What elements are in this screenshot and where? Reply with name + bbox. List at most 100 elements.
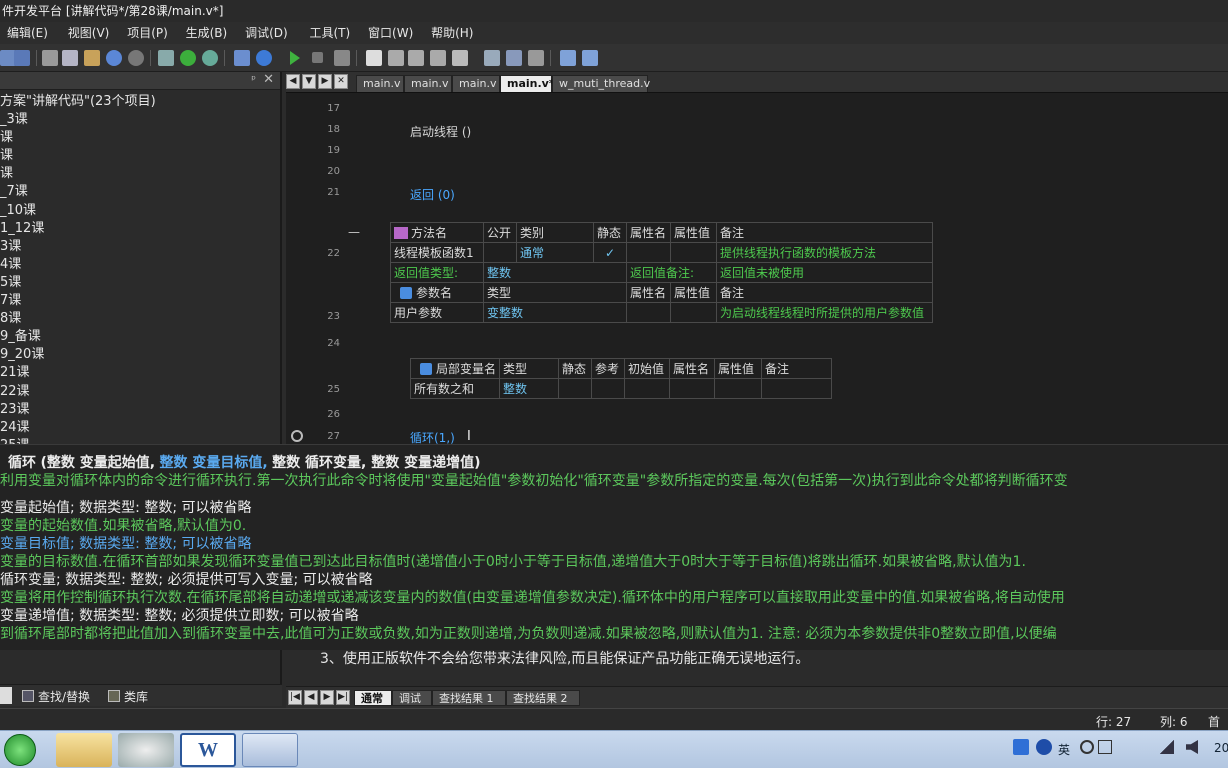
tree-item-project[interactable]: 3课: [0, 238, 280, 256]
paste-icon[interactable]: [84, 50, 100, 66]
ide-taskbar-icon[interactable]: [242, 733, 298, 767]
last-tab-icon[interactable]: ▶|: [336, 690, 350, 705]
settings-tray-icon[interactable]: [1080, 740, 1094, 754]
next-tab-icon[interactable]: ▶: [320, 690, 334, 705]
static-check-icon[interactable]: ✓: [593, 242, 627, 263]
menu-debug[interactable]: 调试(D): [238, 22, 295, 44]
menu-window[interactable]: 窗口(W): [361, 22, 420, 44]
code-line-start-thread[interactable]: 启动线程 (): [410, 123, 471, 140]
close-icon[interactable]: ✕: [263, 72, 274, 87]
tab-library[interactable]: 类库: [124, 688, 148, 705]
return-row[interactable]: 返回值类型: 整数 返回值备注: 返回值未被使用: [390, 262, 933, 283]
document-tab[interactable]: main.v: [356, 75, 404, 92]
tree-item-project[interactable]: 24课: [0, 419, 280, 437]
tree-item-project[interactable]: _7课: [0, 183, 280, 201]
tree-item-project[interactable]: _3课: [0, 111, 280, 129]
copy-icon[interactable]: [62, 50, 78, 66]
save-all-icon[interactable]: [14, 50, 30, 66]
tree-item-project[interactable]: 9_20课: [0, 346, 280, 364]
pin-icon[interactable]: ᵖ: [251, 73, 256, 86]
output-tab[interactable]: 查找结果 2: [506, 690, 580, 706]
method-table[interactable]: 方法名 公开 类别 静态 属性名 属性值 备注 线程模板函数1 通常 ✓ 提供线…: [390, 222, 933, 323]
breakpoint-icon[interactable]: [506, 50, 522, 66]
menu-help[interactable]: 帮助(H): [424, 22, 480, 44]
prev-tab-icon[interactable]: ◀: [304, 690, 318, 705]
ime-indicator[interactable]: 英: [1058, 741, 1070, 758]
tab-list-icon[interactable]: ▶: [318, 74, 332, 89]
menu-edit[interactable]: 编辑(E): [0, 22, 55, 44]
find-replace-icon: [22, 690, 34, 702]
tree-item-project[interactable]: _10课: [0, 202, 280, 220]
tab-find-replace[interactable]: 查找/替换: [38, 688, 90, 705]
hand-icon[interactable]: [366, 50, 382, 66]
method-row[interactable]: 线程模板函数1 通常 ✓ 提供线程执行函数的模板方法: [390, 242, 933, 263]
first-tab-icon[interactable]: |◀: [288, 690, 302, 705]
tab-scroll-left-icon[interactable]: ◀: [286, 74, 300, 89]
solution-tree[interactable]: 方案"讲解代码"(23个项目) _3课课课课 _7课 _10课 1_12课 3课 4课 5课 7…: [0, 90, 280, 455]
code-line-loop[interactable]: 循环(1,): [410, 429, 455, 444]
tree-item-project[interactable]: 课: [0, 129, 280, 147]
clock[interactable]: 20: [1214, 741, 1228, 755]
media-taskbar-icon[interactable]: [118, 733, 174, 767]
step-into-icon[interactable]: [388, 50, 404, 66]
tree-item-project[interactable]: 课: [0, 147, 280, 165]
param-row[interactable]: 用户参数 变整数 为启动线程线程时所提供的用户参数值: [390, 302, 933, 323]
undo-icon[interactable]: [106, 50, 122, 66]
volume-tray-icon[interactable]: [1186, 740, 1198, 754]
tree-item-project[interactable]: 9_备课: [0, 328, 280, 346]
watch-icon[interactable]: [484, 50, 500, 66]
network-tray-icon[interactable]: [1160, 740, 1174, 754]
menu-view[interactable]: 视图(V): [61, 22, 117, 44]
tab-solution-icon[interactable]: [0, 687, 12, 704]
solution-root[interactable]: 方案"讲解代码"(23个项目): [0, 93, 280, 111]
code-line-return[interactable]: 返回 (0): [410, 186, 455, 203]
collapse-marker[interactable]: —: [348, 225, 360, 239]
tree-item-project[interactable]: 4课: [0, 256, 280, 274]
cut-icon[interactable]: [42, 50, 58, 66]
window-icon[interactable]: [560, 50, 576, 66]
tools-icon[interactable]: [528, 50, 544, 66]
forward-icon[interactable]: [202, 50, 218, 66]
tree-item-project[interactable]: 23课: [0, 401, 280, 419]
output-tab[interactable]: 查找结果 1: [432, 690, 506, 706]
run-icon[interactable]: [290, 51, 300, 65]
find-icon[interactable]: [158, 50, 174, 66]
help-icon[interactable]: [256, 50, 272, 66]
baidu-tray-icon[interactable]: [1013, 739, 1029, 755]
word-taskbar-icon[interactable]: W: [180, 733, 236, 767]
document-tab[interactable]: main.v: [452, 75, 500, 92]
start-button-icon[interactable]: [4, 734, 36, 766]
menu-project[interactable]: 项目(P): [120, 22, 175, 44]
code-editor[interactable]: 17 18 启动线程 () 19 20 21 返回 (0) — 22 23 24…: [286, 92, 1228, 444]
tree-item-project[interactable]: 1_12课: [0, 220, 280, 238]
tree-item-project[interactable]: 22课: [0, 383, 280, 401]
clear-icon[interactable]: [452, 50, 468, 66]
help-tray-icon[interactable]: [1036, 739, 1052, 755]
redo-icon[interactable]: [128, 50, 144, 66]
stop-icon[interactable]: [312, 52, 323, 63]
tab-scroll-right-icon[interactable]: ▼: [302, 74, 316, 89]
document-tab[interactable]: main.v: [404, 75, 452, 92]
library-icon[interactable]: [234, 50, 250, 66]
tab-close-icon[interactable]: ✕: [334, 74, 348, 89]
document-tab[interactable]: main.v*: [500, 75, 555, 92]
tree-item-project[interactable]: 8课: [0, 310, 280, 328]
local-var-row[interactable]: 所有数之和 整数: [409, 378, 832, 399]
tree-item-project[interactable]: 5课: [0, 274, 280, 292]
step-out-icon[interactable]: [430, 50, 446, 66]
tree-item-project[interactable]: 21课: [0, 364, 280, 382]
step-icon[interactable]: [334, 50, 350, 66]
menu-build[interactable]: 生成(B): [179, 22, 235, 44]
local-variable-table[interactable]: 局部变量名 类型 静态 参考 初始值 属性名 属性值 备注 所有数之和 整数: [409, 358, 832, 399]
back-icon[interactable]: [180, 50, 196, 66]
menu-tools[interactable]: 工具(T): [303, 22, 358, 44]
edit-tray-icon[interactable]: [1098, 740, 1112, 754]
tree-item-project[interactable]: 课: [0, 165, 280, 183]
explorer-taskbar-icon[interactable]: [56, 733, 112, 767]
document-tab[interactable]: w_muti_thread.v: [552, 75, 650, 92]
tree-item-project[interactable]: 7课: [0, 292, 280, 310]
output-tab[interactable]: 调试: [392, 690, 432, 706]
step-over-icon[interactable]: [408, 50, 424, 66]
layout-icon[interactable]: [582, 50, 598, 66]
output-tab[interactable]: 通常: [354, 690, 392, 706]
